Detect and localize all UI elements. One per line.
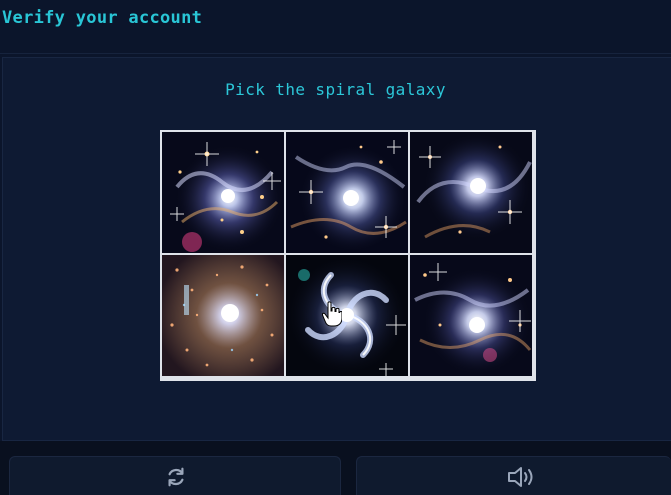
irregular-galaxy-image xyxy=(286,132,408,253)
irregular-galaxy-image xyxy=(162,132,284,253)
header-divider xyxy=(0,53,671,54)
galaxy-tile-1[interactable] xyxy=(162,132,284,253)
audio-button[interactable] xyxy=(356,456,671,495)
speaker-icon xyxy=(508,467,533,487)
galaxy-tile-5[interactable] xyxy=(286,255,408,376)
elliptical-galaxy-image xyxy=(162,255,284,376)
galaxy-tile-4[interactable] xyxy=(162,255,284,376)
refresh-button[interactable] xyxy=(9,456,341,495)
galaxy-tile-3[interactable] xyxy=(410,132,532,253)
hand-cursor-icon xyxy=(322,301,342,327)
image-grid xyxy=(160,130,536,381)
page-title: Verify your account xyxy=(2,8,203,28)
refresh-icon xyxy=(168,467,184,487)
galaxy-tile-6[interactable] xyxy=(410,255,532,376)
captcha-page: Verify your account Pick the spiral gala… xyxy=(0,0,671,495)
spiral-galaxy-image xyxy=(286,255,408,376)
galaxy-tile-2[interactable] xyxy=(286,132,408,253)
challenge-prompt: Pick the spiral galaxy xyxy=(225,80,446,99)
irregular-galaxy-image xyxy=(410,132,532,253)
irregular-galaxy-image xyxy=(410,255,532,376)
